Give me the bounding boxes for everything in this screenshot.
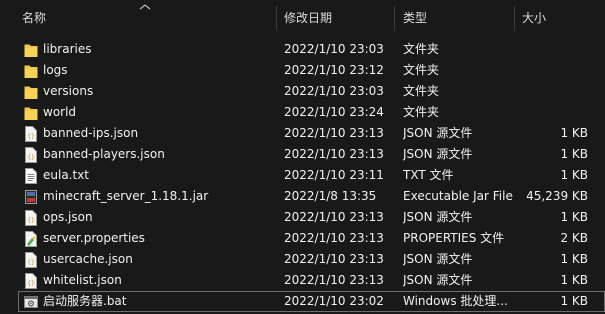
file-type: JSON 源文件	[403, 252, 473, 266]
file-modified: 2022/1/10 23:11	[284, 168, 384, 182]
file-size: 45,239 KB	[526, 189, 588, 203]
file-row-banned-ips[interactable]: {} banned-ips.json 2022/1/10 23:13 JSON …	[18, 123, 605, 144]
svg-text:{}: {}	[27, 217, 35, 224]
file-row-versions[interactable]: versions 2022/1/10 23:03 文件夹	[18, 81, 605, 102]
file-row-ops[interactable]: {} ops.json 2022/1/10 23:13 JSON 源文件 1 K…	[18, 207, 605, 228]
file-row-server-properties[interactable]: server.properties 2022/1/10 23:13 PROPER…	[18, 228, 605, 249]
file-row-world[interactable]: world 2022/1/10 23:24 文件夹	[18, 102, 605, 123]
jar-file-icon	[24, 189, 38, 205]
file-name: ops.json	[43, 210, 93, 224]
file-name: whitelist.json	[43, 273, 122, 287]
file-modified: 2022/1/10 23:02	[284, 294, 384, 308]
file-size	[518, 39, 588, 60]
file-type: PROPERTIES 文件	[403, 231, 505, 245]
file-name: minecraft_server_1.18.1.jar	[43, 189, 209, 203]
file-row-minecraft-server-jar[interactable]: minecraft_server_1.18.1.jar 2022/1/8 13:…	[18, 186, 605, 207]
file-type: 文件夹	[403, 84, 440, 98]
file-row-banned-players[interactable]: {} banned-players.json 2022/1/10 23:13 J…	[18, 144, 605, 165]
file-size: 1 KB	[560, 294, 588, 308]
column-header-modified[interactable]: 修改日期	[284, 0, 332, 37]
sort-ascending-icon	[139, 4, 151, 10]
file-modified: 2022/1/10 23:13	[284, 147, 384, 161]
column-divider[interactable]	[514, 6, 515, 31]
file-type: JSON 源文件	[403, 126, 473, 140]
json-file-icon: {}	[24, 126, 38, 142]
file-type: JSON 源文件	[403, 210, 473, 224]
file-name: libraries	[43, 42, 92, 56]
column-header-size[interactable]: 大小	[522, 0, 546, 37]
svg-text:{}: {}	[27, 154, 35, 161]
file-size	[518, 60, 588, 81]
file-size: 1 KB	[560, 147, 588, 161]
svg-text:{}: {}	[27, 259, 35, 266]
text-file-icon	[24, 168, 38, 184]
folder-icon	[24, 84, 38, 100]
column-header-name[interactable]: 名称	[22, 0, 46, 37]
file-row-usercache[interactable]: {} usercache.json 2022/1/10 23:13 JSON 源…	[18, 249, 605, 270]
column-divider[interactable]	[276, 6, 277, 31]
folder-icon	[24, 63, 38, 79]
file-type: Executable Jar File	[403, 189, 513, 203]
file-size	[518, 81, 588, 102]
file-name: versions	[43, 84, 94, 98]
folder-icon	[24, 42, 38, 58]
column-divider[interactable]	[394, 6, 395, 31]
file-type: JSON 源文件	[403, 273, 473, 287]
file-modified: 2022/1/10 23:03	[284, 84, 384, 98]
file-type: TXT 文件	[403, 168, 454, 182]
file-row-logs[interactable]: logs 2022/1/10 23:12 文件夹	[18, 60, 605, 81]
file-type: Windows 批处理...	[403, 294, 508, 308]
file-size: 1 KB	[560, 168, 588, 182]
json-file-icon: {}	[24, 210, 38, 226]
file-modified: 2022/1/10 23:13	[284, 210, 384, 224]
column-header-type[interactable]: 类型	[403, 0, 427, 37]
file-name: eula.txt	[43, 168, 90, 182]
svg-text:{}: {}	[27, 280, 35, 287]
file-modified: 2022/1/10 23:03	[284, 42, 384, 56]
properties-file-icon	[24, 231, 38, 247]
file-row-whitelist[interactable]: {} whitelist.json 2022/1/10 23:13 JSON 源…	[18, 270, 605, 291]
file-type: 文件夹	[403, 63, 440, 77]
file-size: 1 KB	[560, 252, 588, 266]
file-row-start-server-bat[interactable]: 启动服务器.bat 2022/1/10 23:02 Windows 批处理...…	[18, 291, 605, 312]
column-header-bar: 名称 修改日期 类型 大小	[0, 0, 605, 37]
file-name: world	[43, 105, 77, 119]
file-row-libraries[interactable]: libraries 2022/1/10 23:03 文件夹	[18, 39, 605, 60]
file-name: banned-ips.json	[43, 126, 139, 140]
file-name: logs	[43, 63, 68, 77]
file-modified: 2022/1/10 23:13	[284, 273, 384, 287]
file-modified: 2022/1/10 23:12	[284, 63, 384, 77]
svg-text:{}: {}	[27, 133, 35, 140]
file-size: 2 KB	[560, 231, 588, 245]
file-type: JSON 源文件	[403, 147, 473, 161]
batch-file-icon	[24, 294, 38, 310]
file-type: 文件夹	[403, 42, 440, 56]
file-modified: 2022/1/10 23:24	[284, 105, 384, 119]
file-modified: 2022/1/10 23:13	[284, 231, 384, 245]
file-modified: 2022/1/10 23:13	[284, 252, 384, 266]
file-size: 1 KB	[560, 273, 588, 287]
file-name: usercache.json	[43, 252, 133, 266]
folder-icon	[24, 105, 38, 121]
file-size: 1 KB	[560, 126, 588, 140]
file-row-eula[interactable]: eula.txt 2022/1/10 23:11 TXT 文件 1 KB	[18, 165, 605, 186]
file-name: banned-players.json	[43, 147, 165, 161]
json-file-icon: {}	[24, 273, 38, 289]
file-name: 启动服务器.bat	[43, 294, 127, 308]
json-file-icon: {}	[24, 147, 38, 163]
file-size: 1 KB	[560, 210, 588, 224]
file-size	[518, 102, 588, 123]
file-type: 文件夹	[403, 105, 440, 119]
json-file-icon: {}	[24, 252, 38, 268]
file-modified: 2022/1/10 23:13	[284, 126, 384, 140]
file-name: server.properties	[43, 231, 145, 245]
file-modified: 2022/1/8 13:35	[284, 189, 377, 203]
